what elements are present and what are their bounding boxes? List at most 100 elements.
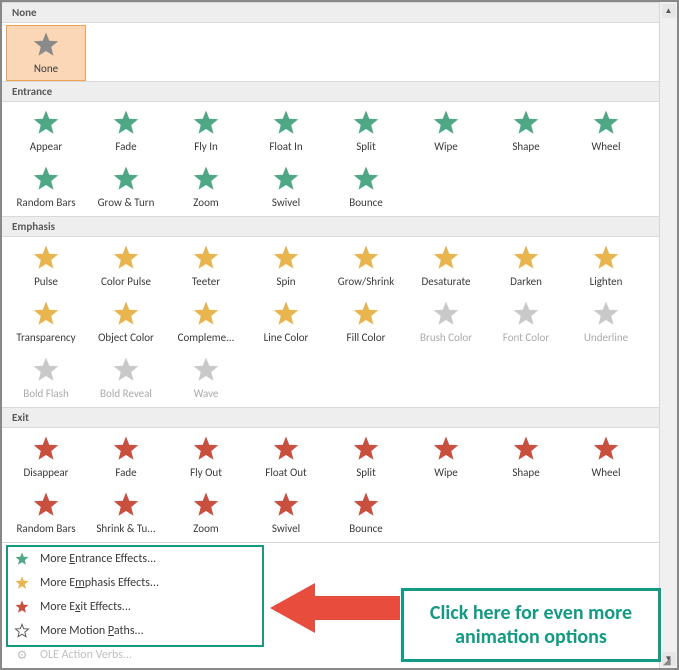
animation-item[interactable]: Split [326, 430, 406, 486]
none-grid: None [2, 23, 659, 81]
animation-item[interactable]: Spin [246, 239, 326, 295]
menu-label: More Exit Effects... [40, 600, 131, 614]
animation-item[interactable]: Transparency [6, 295, 86, 351]
star-icon [189, 297, 223, 331]
star-icon [429, 432, 463, 466]
item-label: Grow & Turn [87, 197, 165, 209]
item-label: Zoom [167, 197, 245, 209]
item-label: Teeter [167, 276, 245, 288]
star-icon [29, 241, 63, 275]
animation-item[interactable]: Bounce [326, 160, 406, 216]
item-label: Desaturate [407, 276, 485, 288]
animation-item[interactable]: Grow/Shrink [326, 239, 406, 295]
animation-item[interactable]: Wheel [566, 104, 646, 160]
exit-grid: Disappear Fade Fly Out Float Out Split W… [2, 428, 659, 542]
animation-item[interactable]: Float Out [246, 430, 326, 486]
resize-handle-icon[interactable]: ◢ [663, 654, 675, 666]
menu-label: More Emphasis Effects... [40, 576, 159, 590]
star-icon [269, 241, 303, 275]
animation-item[interactable]: Shrink & Tu... [86, 486, 166, 542]
star-icon [589, 241, 623, 275]
animation-item[interactable]: Fade [86, 104, 166, 160]
animation-none[interactable]: None [6, 25, 86, 81]
animation-item[interactable]: Desaturate [406, 239, 486, 295]
star-icon [269, 297, 303, 331]
item-label: Fade [87, 141, 165, 153]
item-label: Brush Color [407, 332, 485, 344]
item-label: Zoom [167, 523, 245, 535]
animation-item[interactable]: Disappear [6, 430, 86, 486]
star-icon [509, 432, 543, 466]
animation-item[interactable]: Compleme... [166, 295, 246, 351]
star-icon [349, 297, 383, 331]
animation-item[interactable]: Fill Color [326, 295, 406, 351]
star-icon [29, 432, 63, 466]
animation-item[interactable]: Fly Out [166, 430, 246, 486]
star-icon [509, 106, 543, 140]
item-label: Wave [167, 388, 245, 400]
animation-item[interactable]: Color Pulse [86, 239, 166, 295]
star-icon [589, 297, 623, 331]
more-entrance-effects[interactable]: More Entrance Effects... [2, 547, 659, 571]
animation-item[interactable]: Grow & Turn [86, 160, 166, 216]
item-label: Split [327, 141, 405, 153]
star-icon [189, 432, 223, 466]
animation-item[interactable]: Brush Color [406, 295, 486, 351]
item-label: Transparency [7, 332, 85, 344]
star-icon [189, 241, 223, 275]
animation-item[interactable]: Underline [566, 295, 646, 351]
star-icon [589, 432, 623, 466]
animation-item[interactable]: Zoom [166, 486, 246, 542]
scroll-up-icon[interactable]: ▲ [662, 4, 676, 18]
animation-item[interactable]: Teeter [166, 239, 246, 295]
star-icon [269, 106, 303, 140]
animation-item[interactable]: Swivel [246, 486, 326, 542]
item-label: Appear [7, 141, 85, 153]
animation-item[interactable]: Lighten [566, 239, 646, 295]
star-icon [189, 488, 223, 522]
item-label: Bold Flash [7, 388, 85, 400]
animation-item[interactable]: Wipe [406, 104, 486, 160]
animation-item[interactable]: Swivel [246, 160, 326, 216]
animation-item[interactable]: Wheel [566, 430, 646, 486]
star-icon [29, 28, 63, 62]
animation-item[interactable]: Shape [486, 104, 566, 160]
animation-item[interactable]: Shape [486, 430, 566, 486]
animation-item[interactable]: Random Bars [6, 160, 86, 216]
animation-item[interactable]: Darken [486, 239, 566, 295]
star-icon [269, 488, 303, 522]
animation-item[interactable]: Fade [86, 430, 166, 486]
star-icon [509, 241, 543, 275]
animation-item[interactable]: Font Color [486, 295, 566, 351]
star-icon [349, 241, 383, 275]
animation-item[interactable]: Random Bars [6, 486, 86, 542]
star-icon [109, 353, 143, 387]
animation-item[interactable]: Line Color [246, 295, 326, 351]
star-icon [29, 162, 63, 196]
star-icon [429, 297, 463, 331]
animation-item[interactable]: Zoom [166, 160, 246, 216]
item-label: Split [327, 467, 405, 479]
scroll-track[interactable] [662, 18, 676, 652]
animation-item[interactable]: Bold Flash [6, 351, 86, 407]
entrance-grid: Appear Fade Fly In Float In Split Wipe S… [2, 102, 659, 216]
star-icon [29, 353, 63, 387]
section-header-none: None [2, 2, 659, 23]
animation-item[interactable]: Split [326, 104, 406, 160]
animation-item[interactable]: Bounce [326, 486, 406, 542]
star-icon [349, 162, 383, 196]
star-icon [589, 106, 623, 140]
animation-item[interactable]: Object Color [86, 295, 166, 351]
animation-item[interactable]: Pulse [6, 239, 86, 295]
scrollbar[interactable]: ▲ ▼ [659, 2, 677, 668]
animation-item[interactable]: Bold Reveal [86, 351, 166, 407]
animation-item[interactable]: Appear [6, 104, 86, 160]
item-label: Line Color [247, 332, 325, 344]
star-icon [109, 297, 143, 331]
item-label: Bounce [327, 523, 405, 535]
animation-item[interactable]: Wave [166, 351, 246, 407]
animation-item[interactable]: Fly In [166, 104, 246, 160]
animation-item[interactable]: Wipe [406, 430, 486, 486]
star-icon [109, 488, 143, 522]
animation-item[interactable]: Float In [246, 104, 326, 160]
